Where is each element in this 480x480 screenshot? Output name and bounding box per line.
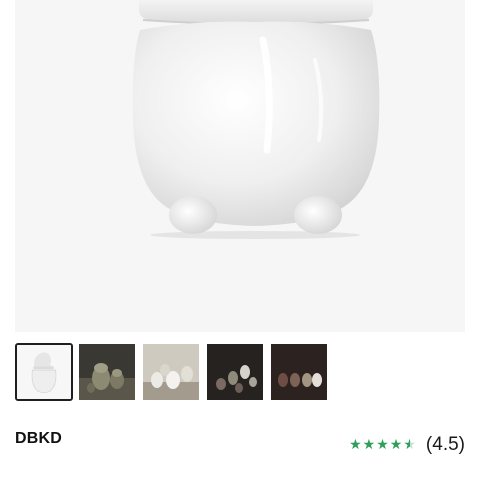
- dark-jars-thumbnail: [207, 344, 263, 400]
- main-product-image[interactable]: [15, 0, 465, 332]
- thumbnail-4[interactable]: [207, 344, 263, 400]
- star-full-icon: ★: [389, 437, 403, 453]
- thumbnail-5[interactable]: [271, 344, 327, 400]
- brown-jars-thumbnail: [271, 344, 327, 400]
- product-rating[interactable]: ★ ★ ★ ★ ★ (4.5): [349, 434, 465, 456]
- white-ceramic-jar-image: [15, 0, 465, 332]
- rating-stars: ★ ★ ★ ★ ★: [349, 438, 416, 452]
- product-page: DBKD ★ ★ ★ ★ ★ (4.5): [0, 0, 480, 480]
- brand-name[interactable]: DBKD: [15, 430, 62, 448]
- star-full-icon: ★: [376, 437, 389, 453]
- thumbnail-1[interactable]: [15, 343, 73, 401]
- rating-value: (4.5): [425, 434, 465, 455]
- star-full-icon: ★: [349, 437, 362, 453]
- green-jars-thumbnail: [79, 344, 135, 400]
- white-jars-thumbnail: [143, 344, 199, 400]
- star-full-icon: ★: [362, 437, 376, 453]
- white-jar-thumbnail: [17, 345, 71, 399]
- thumbnail-strip: [15, 343, 465, 402]
- thumbnail-2[interactable]: [79, 344, 135, 400]
- star-half-icon: ★: [403, 437, 416, 453]
- thumbnail-3[interactable]: [143, 344, 199, 400]
